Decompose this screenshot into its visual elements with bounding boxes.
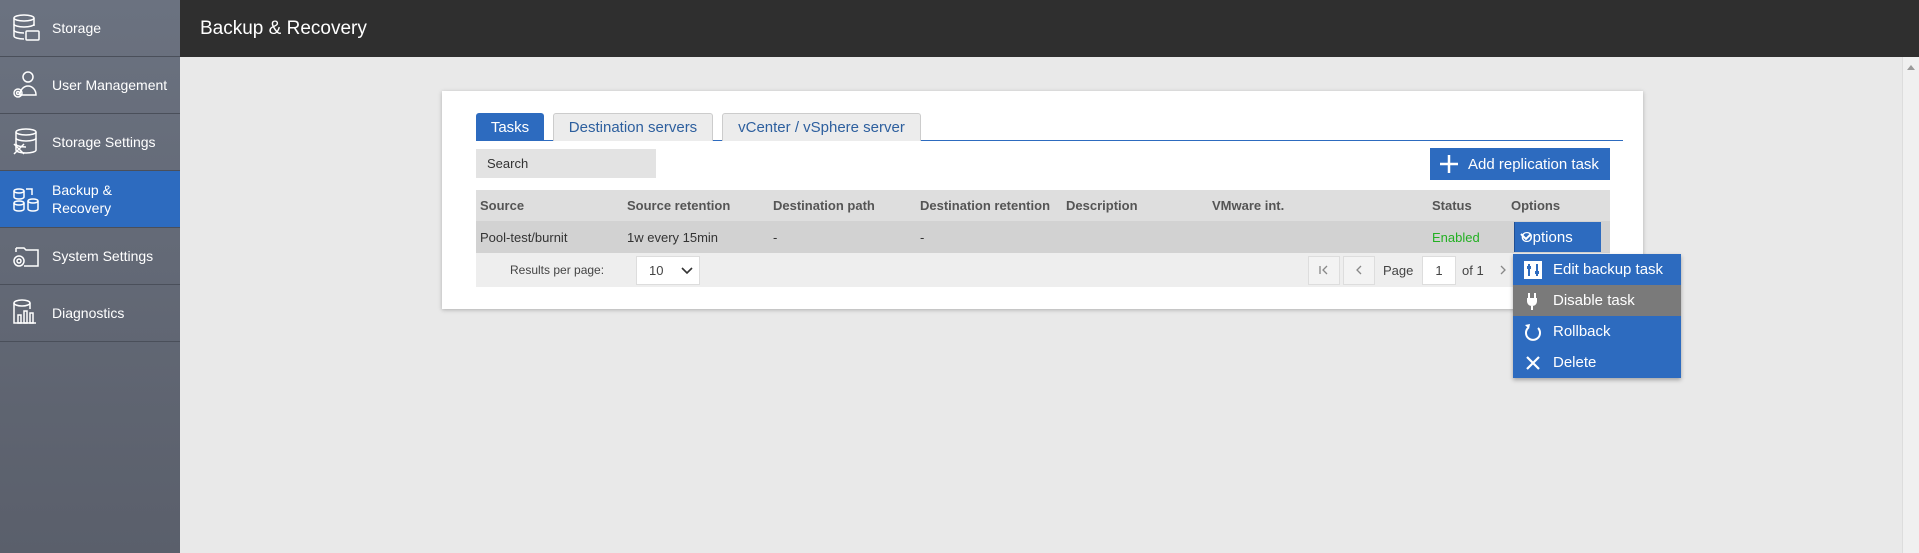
folder-gear-icon <box>0 228 52 285</box>
sidebar-item-user-management[interactable]: User Management <box>0 57 180 114</box>
first-page-icon <box>1319 264 1329 278</box>
sidebar-item-label: Storage <box>52 20 102 36</box>
chevron-down-icon <box>675 266 699 275</box>
cell-source: Pool-test/burnit <box>480 229 568 245</box>
tab-tasks[interactable]: Tasks <box>476 113 544 141</box>
diagnostics-icon <box>0 285 52 342</box>
sidebar-item-label: System Settings <box>52 248 154 264</box>
page-total-label: of 1 <box>1462 262 1484 278</box>
menu-item-label: Disable task <box>1553 292 1635 309</box>
results-per-page-select[interactable]: 10 <box>636 256 700 285</box>
search-input[interactable] <box>476 149 656 178</box>
scroll-up-icon[interactable] <box>1907 65 1915 70</box>
menu-item-label: Edit backup task <box>1553 261 1664 278</box>
column-header-source[interactable]: Source <box>480 190 524 221</box>
cell-destination-path: - <box>773 229 778 245</box>
table-row[interactable]: Pool-test/burnit 1w every 15min - - Enab… <box>476 221 1610 253</box>
column-header-destination-path[interactable]: Destination path <box>773 190 875 221</box>
page-title: Backup & Recovery <box>200 17 367 39</box>
first-page-button[interactable] <box>1308 256 1340 285</box>
page-number-input[interactable]: 1 <box>1422 256 1456 285</box>
page-label: Page <box>1383 262 1414 278</box>
sidebar-item-label: Storage Settings <box>52 134 156 150</box>
page-header: Backup & Recovery <box>180 0 1919 57</box>
sidebar-item-system-settings[interactable]: System Settings <box>0 228 180 285</box>
chevron-left-icon <box>1354 264 1364 278</box>
add-button-label: Add replication task <box>1468 155 1599 173</box>
tasks-panel: Tasks Destination servers vCenter / vSph… <box>442 91 1643 309</box>
sidebar-item-storage[interactable]: Storage <box>0 0 180 57</box>
plus-icon <box>1430 154 1468 174</box>
sidebar-item-diagnostics[interactable]: Diagnostics <box>0 285 180 342</box>
results-per-page-label: Results per page: <box>510 263 605 277</box>
chevron-down-icon[interactable] <box>1514 222 1536 252</box>
results-per-page-value: 10 <box>649 263 664 278</box>
sidebar-item-label: User Management <box>52 77 168 93</box>
edit-sliders-icon <box>1513 260 1553 280</box>
cell-destination-retention: - <box>920 229 925 245</box>
vertical-scrollbar[interactable] <box>1902 57 1919 553</box>
table-footer: Results per page: 10 Page 1 of 1 <box>476 253 1610 287</box>
next-page-button[interactable] <box>1493 256 1513 285</box>
user-gear-icon <box>0 57 52 114</box>
backup-icon <box>0 171 52 228</box>
menu-item-delete[interactable]: Delete <box>1513 347 1681 378</box>
menu-item-label: Rollback <box>1553 323 1611 340</box>
plug-icon <box>1513 291 1553 311</box>
column-header-source-retention[interactable]: Source retention <box>627 190 730 221</box>
tab-vcenter-vsphere-server[interactable]: vCenter / vSphere server <box>722 113 921 141</box>
options-button[interactable]: Options <box>1514 222 1601 252</box>
column-header-status[interactable]: Status <box>1432 190 1472 221</box>
tab-destination-servers[interactable]: Destination servers <box>553 113 713 141</box>
column-header-vmware[interactable]: VMware int. <box>1212 190 1284 221</box>
close-icon <box>1513 355 1553 371</box>
sidebar-item-backup-recovery[interactable]: Backup & Recovery <box>0 171 180 228</box>
previous-page-button[interactable] <box>1343 256 1375 285</box>
column-header-options: Options <box>1511 198 1561 213</box>
options-menu: Edit backup task Disable task Rollback D… <box>1513 254 1681 378</box>
sidebar-item-label: Backup & Recovery <box>52 182 112 216</box>
add-replication-task-button[interactable]: Add replication task <box>1430 148 1610 180</box>
status-badge: Enabled <box>1432 229 1480 245</box>
cell-source-retention: 1w every 15min <box>627 229 719 245</box>
menu-item-label: Delete <box>1553 354 1597 371</box>
menu-item-disable-task[interactable]: Disable task <box>1513 285 1681 316</box>
menu-item-rollback[interactable]: Rollback <box>1513 316 1681 347</box>
rollback-icon <box>1513 322 1553 342</box>
sidebar: Storage User Management Storage Settings… <box>0 0 180 553</box>
chevron-right-icon <box>1498 264 1508 278</box>
sidebar-item-label: Diagnostics <box>52 305 125 321</box>
menu-item-edit-backup-task[interactable]: Edit backup task <box>1513 254 1681 285</box>
column-header-destination-retention[interactable]: Destination retention <box>920 190 1050 221</box>
tab-bar: Tasks Destination servers vCenter / vSph… <box>476 113 1623 141</box>
database-icon <box>0 0 52 57</box>
table-header: Source Source retention Destination path… <box>476 190 1610 221</box>
database-tools-icon <box>0 114 52 171</box>
replication-tasks-table: Source Source retention Destination path… <box>476 190 1610 287</box>
column-header-description[interactable]: Description <box>1066 190 1138 221</box>
sidebar-item-storage-settings[interactable]: Storage Settings <box>0 114 180 171</box>
